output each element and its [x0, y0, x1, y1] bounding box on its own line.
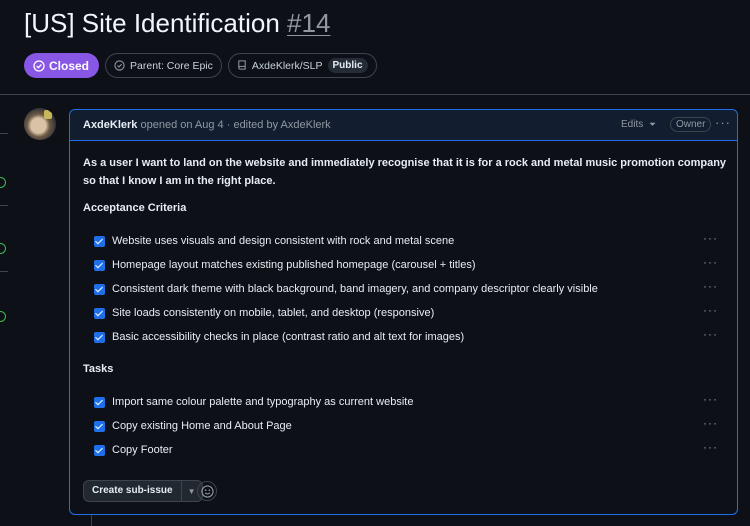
kebab-icon[interactable]: ···: [703, 392, 718, 406]
issue-title-text: [US] Site Identification: [24, 8, 280, 38]
task-item[interactable]: Homepage layout matches existing publish…: [94, 255, 726, 274]
issue-meta-row: Closed Parent: Core Epic AxdeKlerk/SLP P…: [24, 53, 377, 78]
parent-issue-pill[interactable]: Parent: Core Epic: [105, 53, 222, 78]
repo-pill[interactable]: AxdeKlerk/SLP Public: [227, 53, 377, 78]
task-checkbox[interactable]: [94, 283, 105, 295]
kebab-icon[interactable]: ···: [703, 255, 718, 269]
repo-icon: [238, 60, 246, 70]
comment-meta: opened on Aug 4 · edited by AxdeKlerk: [137, 119, 331, 131]
add-reaction-button[interactable]: [197, 481, 217, 501]
edge-line: [0, 133, 8, 134]
comment-header: AxdeKlerk opened on Aug 4 · edited by Ax…: [70, 110, 737, 141]
task-item[interactable]: Site loads consistently on mobile, table…: [94, 303, 726, 322]
task-checkbox[interactable]: [94, 235, 105, 247]
author-link[interactable]: AxdeKlerk: [83, 119, 137, 131]
task-checkbox[interactable]: [94, 307, 105, 319]
task-item[interactable]: Import same colour palette and typograph…: [94, 392, 726, 411]
edge-status-dot: [0, 311, 6, 322]
parent-label: Parent: Core Epic: [130, 59, 213, 72]
task-label: Site loads consistently on mobile, table…: [112, 307, 435, 319]
task-item[interactable]: Copy existing Home and About Page ···: [94, 416, 726, 435]
issue-circle-icon: [114, 60, 125, 71]
create-subissue-label[interactable]: Create sub-issue: [84, 481, 182, 501]
visibility-badge: Public: [327, 58, 368, 73]
kebab-icon[interactable]: ···: [703, 327, 718, 341]
timeline-line: [91, 515, 92, 526]
task-item[interactable]: Website uses visuals and design consiste…: [94, 231, 726, 250]
kebab-icon[interactable]: ···: [703, 440, 718, 454]
acceptance-heading: Acceptance Criteria: [83, 202, 187, 214]
comment-body: As a user I want to land on the website …: [83, 157, 727, 187]
edge-status-dot: [0, 177, 6, 188]
edge-status-dot: [0, 243, 6, 254]
task-label: Basic accessibility checks in place (con…: [112, 331, 465, 343]
kebab-icon[interactable]: ···: [703, 303, 718, 317]
kebab-icon[interactable]: ···: [703, 279, 718, 293]
comment-author-line: AxdeKlerk opened on Aug 4 · edited by Ax…: [83, 119, 331, 131]
check-circle-icon: [33, 59, 45, 72]
task-label: Website uses visuals and design consiste…: [112, 235, 455, 247]
task-label: Import same colour palette and typograph…: [112, 396, 414, 408]
tasks-heading: Tasks: [83, 363, 114, 375]
kebab-icon[interactable]: ···: [703, 416, 718, 430]
edge-line: [0, 271, 8, 272]
status-badge: Closed: [24, 53, 100, 78]
task-label: Consistent dark theme with black backgro…: [112, 283, 598, 295]
create-subissue-button[interactable]: Create sub-issue ▼: [83, 480, 203, 502]
edge-line: [0, 205, 8, 206]
task-checkbox[interactable]: [94, 420, 105, 432]
task-checkbox[interactable]: [94, 444, 105, 456]
edits-dropdown[interactable]: Edits: [621, 119, 656, 130]
issue-comment: AxdeKlerk opened on Aug 4 · edited by Ax…: [69, 109, 738, 515]
sidebar-edge: [0, 95, 8, 526]
task-checkbox[interactable]: [94, 396, 105, 408]
smiley-icon: [200, 484, 214, 498]
issue-number[interactable]: #14: [287, 8, 330, 38]
task-checkbox[interactable]: [94, 331, 105, 343]
kebab-icon[interactable]: ···: [715, 115, 731, 130]
task-item[interactable]: Basic accessibility checks in place (con…: [94, 327, 726, 346]
edits-label: Edits: [621, 119, 644, 130]
task-item[interactable]: Copy Footer ···: [94, 440, 726, 459]
kebab-icon[interactable]: ···: [703, 231, 718, 245]
task-checkbox[interactable]: [94, 259, 105, 271]
chevron-down-icon: [649, 122, 656, 126]
task-label: Copy existing Home and About Page: [112, 420, 292, 432]
task-label: Copy Footer: [112, 444, 173, 456]
header-divider: [0, 94, 750, 95]
status-label: Closed: [49, 58, 90, 73]
owner-badge: Owner: [670, 117, 712, 132]
task-label: Homepage layout matches existing publish…: [112, 259, 476, 271]
repo-label: AxdeKlerk/SLP: [251, 59, 323, 72]
avatar[interactable]: [24, 108, 56, 140]
task-item[interactable]: Consistent dark theme with black backgro…: [94, 279, 726, 298]
issue-title: [US] Site Identification #14: [24, 8, 330, 39]
